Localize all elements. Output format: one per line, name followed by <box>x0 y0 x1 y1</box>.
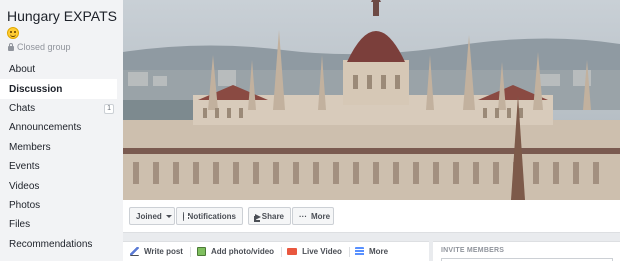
nav-label: Chats <box>9 102 36 114</box>
smiling-face-emoji-icon <box>7 27 19 39</box>
joined-label: Joined <box>136 211 162 221</box>
composer-more-label: More <box>368 247 389 256</box>
nav-label: About <box>9 64 36 76</box>
notifications-icon <box>183 211 187 221</box>
group-action-bar: Joined Notifications Share ··· More <box>123 200 620 233</box>
photo-icon <box>196 247 206 256</box>
pencil-icon <box>130 247 139 256</box>
group-title[interactable]: Hungary EXPATS <box>7 8 121 42</box>
joined-button[interactable]: Joined <box>129 207 175 225</box>
nav-label: Files <box>9 219 31 231</box>
video-camera-icon <box>287 248 298 255</box>
nav-item-recommendations[interactable]: Recommendations <box>0 235 123 254</box>
nav-item-members[interactable]: Members <box>0 138 123 157</box>
nav-label: Photos <box>9 199 41 211</box>
divider <box>281 246 283 257</box>
nav-label: Announcements <box>9 122 82 134</box>
write-post-tab[interactable]: Write post <box>130 242 183 261</box>
live-video-tab[interactable]: Live Video <box>287 242 342 261</box>
nav-label: Recommendations <box>9 238 93 250</box>
add-photo-video-tab[interactable]: Add photo/video <box>196 242 275 261</box>
group-privacy: Closed group <box>8 42 71 52</box>
divider <box>189 246 191 257</box>
nav-item-chats[interactable]: Chats 1 <box>0 99 123 118</box>
parliament-building-image <box>123 0 620 200</box>
notifications-label: Notifications <box>187 211 236 221</box>
more-button[interactable]: ··· More <box>292 207 334 225</box>
invite-members-heading: INVITE MEMBERS <box>441 247 505 254</box>
nav-item-videos[interactable]: Videos <box>0 176 123 195</box>
nav-item-files[interactable]: Files <box>0 215 123 234</box>
notifications-button[interactable]: Notifications <box>176 207 243 225</box>
group-nav: About Discussion Chats 1 Announcements Me… <box>0 60 123 254</box>
nav-label: Videos <box>9 180 40 192</box>
more-label: More <box>311 211 331 221</box>
nav-item-discussion[interactable]: Discussion <box>0 79 117 99</box>
list-icon <box>354 247 364 256</box>
nav-label: Members <box>9 141 51 153</box>
left-sidebar: Hungary EXPATS Closed group About Discus… <box>0 0 123 261</box>
share-icon <box>254 213 261 222</box>
nav-item-events[interactable]: Events <box>0 157 123 176</box>
cover-photo[interactable] <box>123 0 620 200</box>
nav-item-about[interactable]: About <box>0 60 123 79</box>
invite-members-panel: INVITE MEMBERS <box>433 241 620 261</box>
nav-item-photos[interactable]: Photos <box>0 196 123 215</box>
divider <box>348 246 350 257</box>
post-composer-tabs: Write post Add photo/video Live Video Mo… <box>123 241 429 261</box>
write-post-label: Write post <box>144 247 183 256</box>
add-photo-label: Add photo/video <box>210 247 275 256</box>
ellipsis-icon: ··· <box>299 211 307 221</box>
group-name[interactable]: Hungary EXPATS <box>7 8 117 24</box>
share-button[interactable]: Share <box>248 207 291 225</box>
privacy-label: Closed group <box>17 42 71 52</box>
composer-more-tab[interactable]: More <box>354 242 389 261</box>
share-label: Share <box>261 211 284 221</box>
live-video-label: Live Video <box>302 247 342 256</box>
lock-icon <box>8 43 14 51</box>
nav-item-announcements[interactable]: Announcements <box>0 118 123 137</box>
nav-label: Discussion <box>9 83 63 95</box>
chats-count-badge: 1 <box>104 103 114 114</box>
chevron-down-icon <box>165 214 172 218</box>
nav-label: Events <box>9 161 40 173</box>
